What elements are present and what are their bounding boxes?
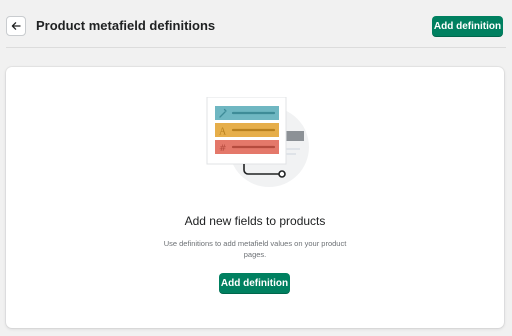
back-button[interactable]	[6, 16, 26, 36]
page-header: Product metafield definitions Add defini…	[0, 0, 512, 48]
add-definition-button[interactable]: Add definition	[432, 16, 503, 37]
empty-state-heading: Add new fields to products	[184, 214, 326, 228]
page-title: Product metafield definitions	[36, 18, 216, 33]
hash-icon: #	[219, 144, 227, 154]
empty-state-description: Use definitions to add metafield values …	[163, 239, 347, 259]
letter-a-icon: A	[219, 127, 227, 138]
header-divider	[6, 47, 506, 48]
metafield-list-illustration: A #	[206, 97, 309, 187]
add-definition-button[interactable]: Add definition	[219, 273, 290, 294]
arrow-left-icon	[11, 22, 21, 30]
empty-state-card: A # Add new fields to products Use defin…	[6, 67, 504, 328]
